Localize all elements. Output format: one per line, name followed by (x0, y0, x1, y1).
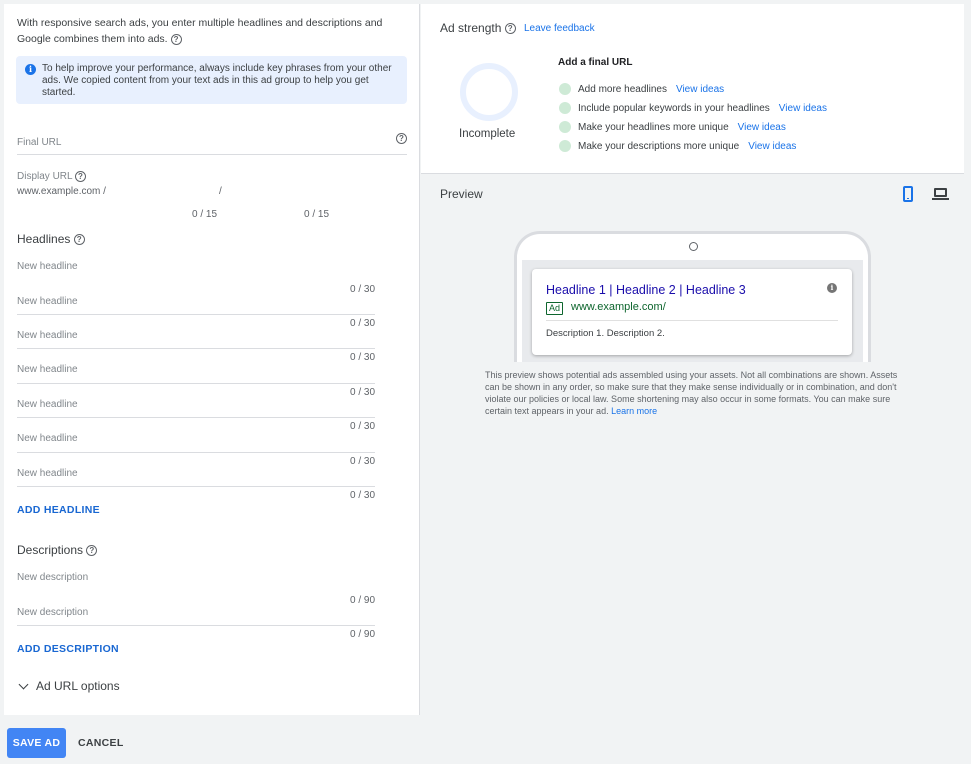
save-ad-button[interactable]: SAVE AD (7, 728, 66, 758)
add-description-button[interactable]: ADD DESCRIPTION (17, 643, 119, 655)
headline-underline-6 (17, 452, 375, 453)
tip-text: Add more headlines (578, 83, 667, 95)
ad-url-options-toggle[interactable]: Ad URL options (18, 679, 120, 693)
display-url-label: Display URL ? (17, 171, 86, 182)
display-url-base: www.example.com / (17, 186, 106, 197)
descriptions-title: Descriptions ? (17, 543, 98, 557)
preview-disclaimer-text: This preview shows potential ads assembl… (485, 370, 898, 416)
headline-input-5[interactable]: New headline (17, 399, 78, 410)
final-url-field[interactable]: Final URL (17, 137, 61, 148)
info-banner: i To help improve your performance, alwa… (16, 56, 407, 104)
info-icon[interactable]: i (827, 283, 837, 293)
tip-text: Make your headlines more unique (578, 121, 729, 133)
headline-underline-2 (17, 314, 375, 315)
headline-counter-3: 0 / 30 (350, 352, 376, 363)
tip-item: Make your headlines more unique View ide… (559, 120, 786, 134)
tip-item: Add more headlines View ideas (559, 82, 724, 96)
ad-preview-url: www.example.com/ (571, 301, 666, 313)
headlines-help-icon[interactable]: ? (73, 234, 85, 246)
help-icon[interactable]: ? (170, 33, 182, 45)
headline-underline-3 (17, 348, 375, 349)
tips-title: Add a final URL (558, 57, 633, 68)
tip-text: Make your descriptions more unique (578, 140, 740, 152)
headline-counter-5: 0 / 30 (350, 421, 376, 432)
headlines-title: Headlines ? (17, 232, 85, 246)
headline-counter-4: 0 / 30 (350, 387, 376, 398)
laptop-screen (934, 188, 947, 197)
final-url-help-icon[interactable]: ? (396, 133, 407, 144)
headline-input-4[interactable]: New headline (17, 364, 78, 375)
display-url-path2-counter: 0 / 15 (304, 209, 330, 220)
tip-dot-icon (559, 102, 571, 114)
display-url-separator: / (219, 186, 222, 197)
description-input-2[interactable]: New description (17, 607, 88, 618)
smartphone-icon[interactable] (903, 186, 913, 202)
camera-icon (689, 242, 698, 251)
ad-strength-status: Incomplete (459, 128, 516, 140)
leave-feedback-link[interactable]: Leave feedback (524, 23, 595, 34)
display-url-label-text: Display URL (17, 171, 73, 183)
view-ideas-link[interactable]: View ideas (676, 84, 724, 95)
laptop-base (932, 198, 949, 200)
headline-input-7[interactable]: New headline (17, 468, 78, 479)
ad-url-options-label: Ad URL options (36, 679, 120, 693)
display-url-path1-counter: 0 / 15 (192, 209, 218, 220)
description-underline-2 (17, 625, 375, 626)
tip-item: Include popular keywords in your headlin… (559, 101, 827, 115)
tip-dot-icon (559, 83, 571, 95)
headline-underline-4 (17, 383, 375, 384)
tip-text: Include popular keywords in your headlin… (578, 102, 770, 114)
view-ideas-link[interactable]: View ideas (738, 122, 786, 133)
descriptions-help-icon[interactable]: ? (86, 545, 98, 557)
preview-disclaimer: This preview shows potential ads assembl… (485, 369, 903, 417)
display-url-path2-input[interactable] (229, 186, 329, 200)
ad-strength-title-text: Ad strength (440, 21, 502, 35)
ad-strength-ring (460, 63, 518, 121)
ad-strength-panel: Ad strength ? Leave feedback Incomplete … (421, 4, 964, 173)
intro-text: With responsive search ads, you enter mu… (17, 15, 387, 47)
headlines-title-text: Headlines (17, 232, 71, 246)
ad-preview-description: Description 1. Description 2. (546, 328, 665, 339)
headline-counter-6: 0 / 30 (350, 456, 376, 467)
info-banner-text: To help improve your performance, always… (42, 63, 392, 98)
headline-counter-1: 0 / 30 (350, 284, 376, 295)
ad-strength-help-icon[interactable]: ? (504, 23, 516, 35)
ad-strength-title: Ad strength ? (440, 21, 516, 35)
learn-more-link[interactable]: Learn more (611, 406, 657, 416)
action-bar: SAVE AD CANCEL (0, 715, 971, 764)
ad-preview-card: Headline 1 | Headline 2 | Headline 3 i A… (532, 269, 852, 355)
headline-input-6[interactable]: New headline (17, 433, 78, 444)
headline-underline-7 (17, 486, 375, 487)
headline-counter-2: 0 / 30 (350, 318, 376, 329)
tip-dot-icon (559, 140, 571, 152)
chevron-down-icon (18, 679, 29, 689)
intro-text-body: With responsive search ads, you enter mu… (17, 17, 383, 45)
descriptions-title-text: Descriptions (17, 543, 84, 557)
ad-editor-panel: With responsive search ads, you enter mu… (4, 4, 420, 715)
headline-counter-7: 0 / 30 (350, 490, 376, 501)
preview-panel: Preview Headline 1 | Headline 2 | Headli… (421, 173, 964, 715)
description-counter-1: 0 / 90 (350, 595, 376, 606)
ad-preview-headline: Headline 1 | Headline 2 | Headline 3 (546, 283, 746, 297)
laptop-icon[interactable] (932, 188, 949, 200)
preview-title: Preview (440, 187, 483, 201)
description-counter-2: 0 / 90 (350, 629, 376, 640)
display-url-help-icon[interactable]: ? (74, 171, 86, 182)
view-ideas-link[interactable]: View ideas (748, 141, 796, 152)
headline-input-3[interactable]: New headline (17, 330, 78, 341)
display-url-path1-input[interactable] (114, 186, 214, 200)
tip-item: Make your descriptions more unique View … (559, 139, 796, 153)
ad-preview-divider (546, 320, 838, 321)
add-headline-button[interactable]: ADD HEADLINE (17, 504, 100, 516)
tip-dot-icon (559, 121, 571, 133)
description-input-1[interactable]: New description (17, 572, 88, 583)
final-url-underline (17, 154, 407, 155)
headline-input-2[interactable]: New headline (17, 296, 78, 307)
ad-badge: Ad (546, 302, 564, 315)
headline-underline-5 (17, 417, 375, 418)
info-icon: i (25, 64, 36, 75)
headline-input-1[interactable]: New headline (17, 261, 78, 272)
view-ideas-link[interactable]: View ideas (779, 103, 827, 114)
cancel-button[interactable]: CANCEL (78, 737, 124, 749)
